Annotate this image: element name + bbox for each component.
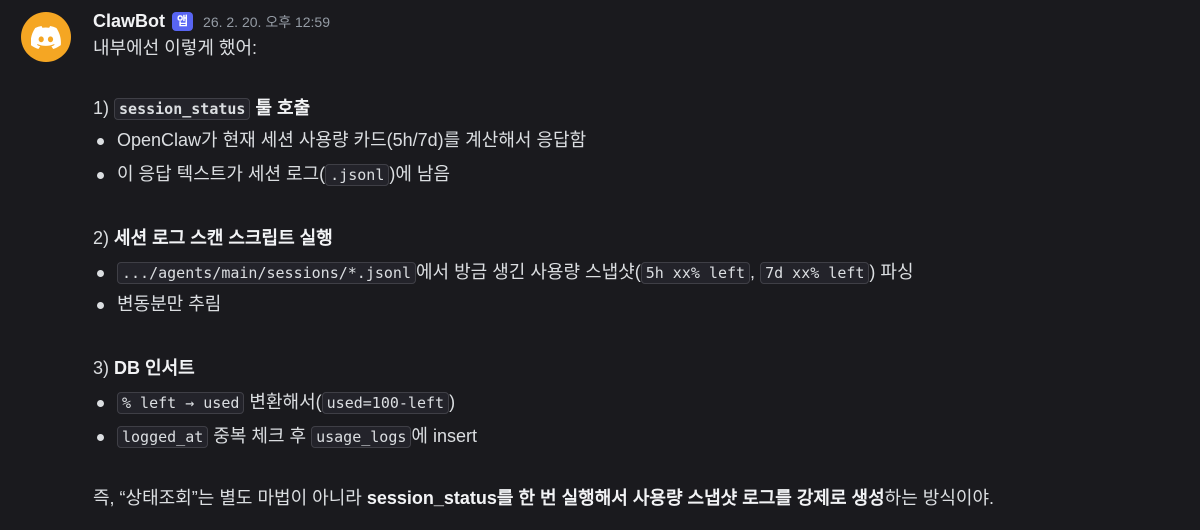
author-name[interactable]: ClawBot [93, 11, 165, 32]
step2-bullet1-text1: 에서 방금 생긴 사용량 스냅샷( [415, 262, 641, 282]
step3-bullet2-text1: 중복 체크 후 [208, 426, 312, 446]
step2-title: 세션 로그 스캔 스크립트 실행 [114, 228, 333, 248]
step2-bullet1-code3: 7d xx% left [760, 262, 870, 284]
step1-number: 1) [93, 98, 110, 118]
step3-bullet1-text2: ) [449, 392, 456, 412]
list-item: logged_at 중복 체크 후 usage_logs 에 insert [93, 423, 477, 450]
step3-bullet2-text2: 에 insert [411, 426, 477, 446]
step3-bullet2-code2: usage_logs [311, 426, 412, 448]
step1-bullet2-post: )에 남음 [389, 164, 451, 184]
step2-bullet1-code2: 5h xx% left [640, 262, 751, 284]
bullet-icon [97, 270, 104, 277]
step3-heading: 3) DB 인서트 [93, 355, 195, 381]
step2-bullet1-comma: , [750, 262, 756, 282]
step2-bullet2-text: 변동분만 추림 [117, 294, 222, 314]
step1-bullet1-text: OpenClaw가 현재 세션 사용량 카드(5h/7d)를 계산해서 응답함 [117, 130, 587, 150]
step1-heading: 1) session_status 툴 호출 [93, 95, 310, 122]
avatar[interactable] [21, 12, 71, 62]
bullet-icon [97, 434, 104, 441]
step2-bullet1-text2: ) 파싱 [869, 262, 914, 282]
bullet-icon [97, 172, 104, 179]
step3-bullet1-text1: 변환해서( [244, 392, 322, 412]
summary-bold: session_status를 한 번 실행해서 사용량 스냅샷 로그를 강제로… [366, 488, 885, 508]
step3-title: DB 인서트 [114, 358, 195, 378]
step3-bullet1-code1: % left → used [117, 392, 245, 414]
list-item: .../agents/main/sessions/*.jsonl 에서 방금 생긴… [93, 259, 914, 286]
summary-post: 하는 방식이야. [884, 488, 995, 508]
summary-pre: 즉, “상태조회”는 별도 마법이 아니라 [93, 488, 367, 508]
step1-title: 툴 호출 [255, 98, 311, 118]
step2-bullet1-code1: .../agents/main/sessions/*.jsonl [117, 262, 416, 284]
step1-bullet2-pre: 이 응답 텍스트가 세션 로그( [117, 164, 326, 184]
step1-bullet2-code: .jsonl [325, 164, 390, 186]
bullet-icon [97, 400, 104, 407]
bullet-icon [97, 138, 104, 145]
list-item: 이 응답 텍스트가 세션 로그(.jsonl)에 남음 [93, 161, 450, 188]
step3-bullet1-code2: used=100-left [321, 392, 450, 414]
step3-number: 3) [93, 358, 110, 378]
message-header: ClawBot 앱 26. 2. 20. 오후 12:59 [93, 11, 330, 32]
step1-code: session_status [114, 98, 251, 120]
summary-text: 즉, “상태조회”는 별도 마법이 아니라 session_status를 한 … [93, 485, 994, 511]
timestamp[interactable]: 26. 2. 20. 오후 12:59 [203, 12, 330, 32]
list-item: % left → used 변환해서(used=100-left) [93, 389, 455, 416]
intro-text-value: 내부에선 이렇게 했어: [93, 38, 258, 58]
step2-heading: 2) 세션 로그 스캔 스크립트 실행 [93, 225, 333, 251]
discord-logo-icon [31, 25, 61, 49]
step2-number: 2) [93, 228, 110, 248]
app-badge: 앱 [172, 12, 194, 31]
list-item: 변동분만 추림 [93, 291, 221, 317]
step3-bullet2-code1: logged_at [117, 426, 209, 448]
bullet-icon [97, 302, 104, 309]
list-item: OpenClaw가 현재 세션 사용량 카드(5h/7d)를 계산해서 응답함 [93, 127, 586, 153]
intro-text: 내부에선 이렇게 했어: [93, 35, 257, 61]
